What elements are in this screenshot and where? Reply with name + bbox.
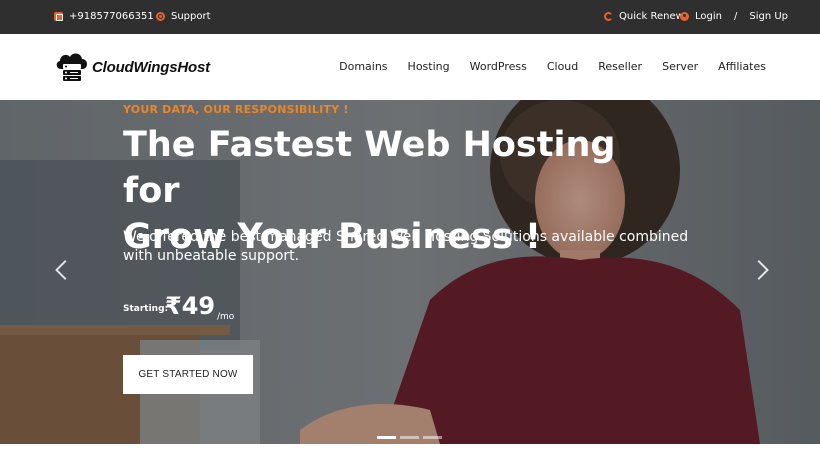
nav-item-server[interactable]: Server	[662, 60, 698, 73]
quick-renew-label: Quick Renew	[619, 11, 684, 22]
user-icon	[680, 12, 689, 21]
nav-menu: Domains Hosting WordPress Cloud Reseller…	[339, 60, 766, 73]
support-label: Support	[171, 11, 211, 22]
signup-link[interactable]: Sign Up	[749, 11, 788, 22]
slider-pagination	[377, 436, 442, 439]
hero-kicker: YOUR DATA, OUR RESPONSIBILITY !	[123, 103, 349, 116]
hero-subtext: We offered the best managed Shared Web H…	[123, 229, 689, 264]
nav-item-hosting[interactable]: Hosting	[408, 60, 450, 73]
get-started-button[interactable]: GET STARTED NOW	[123, 355, 253, 394]
support-icon	[156, 12, 165, 21]
nav-item-reseller[interactable]: Reseller	[598, 60, 642, 73]
phone-icon	[54, 12, 63, 21]
account-links: Login / Sign Up	[680, 11, 788, 22]
login-link[interactable]: Login	[695, 11, 722, 22]
top-bar: +918577066351 Support Quick Renew Login …	[0, 0, 820, 34]
phone-number: +918577066351	[69, 11, 154, 22]
hero-slider: YOUR DATA, OUR RESPONSIBILITY ! The Fast…	[0, 100, 820, 444]
quick-renew-link[interactable]: Quick Renew	[604, 11, 684, 22]
slider-dot-1[interactable]	[377, 436, 396, 439]
main-navbar: CloudWingsHost Domains Hosting WordPress…	[0, 34, 820, 100]
brand-name: CloudWingsHost	[92, 58, 210, 76]
slider-dot-2[interactable]	[400, 436, 419, 439]
page-bottom-strip	[0, 444, 820, 461]
nav-item-affiliates[interactable]: Affiliates	[718, 60, 766, 73]
phone-link[interactable]: +918577066351	[54, 11, 154, 22]
nav-item-cloud[interactable]: Cloud	[547, 60, 578, 73]
slider-dot-3[interactable]	[423, 436, 442, 439]
starting-label: Starting:	[123, 304, 169, 314]
login-separator: /	[733, 11, 738, 22]
hero-headline-line1: The Fastest Web Hosting for	[123, 125, 616, 211]
support-link[interactable]: Support	[156, 11, 211, 22]
starting-price: ₹49	[165, 292, 216, 320]
cloud-server-icon	[56, 53, 88, 81]
price-period: /mo	[217, 312, 235, 322]
renew-icon	[604, 12, 613, 21]
nav-item-wordpress[interactable]: WordPress	[470, 60, 527, 73]
nav-item-domains[interactable]: Domains	[339, 60, 387, 73]
brand-logo[interactable]: CloudWingsHost	[54, 51, 210, 83]
